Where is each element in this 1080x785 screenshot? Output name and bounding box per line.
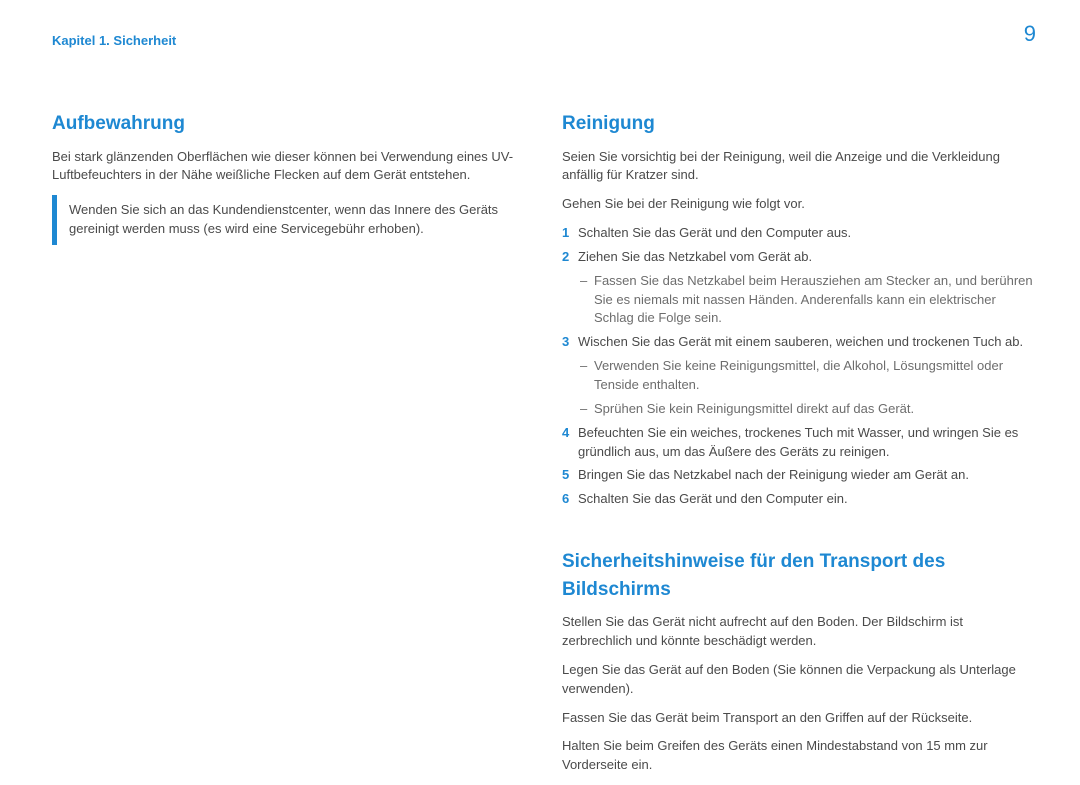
sub-text: Verwenden Sie keine Reinigungsmittel, di… [594,357,1036,395]
chapter-label: Kapitel 1. Sicherheit [52,32,176,51]
step-number: 3 [562,333,578,352]
heading-reinigung: Reinigung [562,110,1036,138]
step-3-sub-b: ‒ Sprühen Sie kein Reinigungsmittel dire… [580,400,1036,419]
step-text: Ziehen Sie das Netzkabel vom Gerät ab. [578,248,1036,267]
step-text: Befeuchten Sie ein weiches, trockenes Tu… [578,424,1036,462]
left-column: Aufbewahrung Bei stark glänzenden Oberfl… [52,110,526,785]
dash-icon: ‒ [580,400,594,419]
aufbewahrung-para: Bei stark glänzenden Oberflächen wie die… [52,148,526,186]
heading-aufbewahrung: Aufbewahrung [52,110,526,138]
dash-icon: ‒ [580,357,594,395]
step-3-sub-a: ‒ Verwenden Sie keine Reinigungsmittel, … [580,357,1036,395]
step-number: 4 [562,424,578,462]
transport-para4: Halten Sie beim Greifen des Geräts einen… [562,737,1036,775]
step-4: 4 Befeuchten Sie ein weiches, trockenes … [562,424,1036,462]
page-number: 9 [1024,18,1036,50]
step-3: 3 Wischen Sie das Gerät mit einem sauber… [562,333,1036,352]
step-1: 1 Schalten Sie das Gerät und den Compute… [562,224,1036,243]
step-6: 6 Schalten Sie das Gerät und den Compute… [562,490,1036,509]
reinigung-para2: Gehen Sie bei der Reinigung wie folgt vo… [562,195,1036,214]
page: Kapitel 1. Sicherheit 9 Aufbewahrung Bei… [0,0,1080,763]
heading-transport: Sicherheitshinweise für den Transport de… [562,548,1036,603]
transport-para1: Stellen Sie das Gerät nicht aufrecht auf… [562,613,1036,651]
step-text: Schalten Sie das Gerät und den Computer … [578,224,1036,243]
step-text: Schalten Sie das Gerät und den Computer … [578,490,1036,509]
content-columns: Aufbewahrung Bei stark glänzenden Oberfl… [0,110,1080,785]
transport-para2: Legen Sie das Gerät auf den Boden (Sie k… [562,661,1036,699]
transport-para3: Fassen Sie das Gerät beim Transport an d… [562,709,1036,728]
step-5: 5 Bringen Sie das Netzkabel nach der Rei… [562,466,1036,485]
dash-icon: ‒ [580,272,594,329]
service-note: Wenden Sie sich an das Kundendienstcente… [52,195,526,245]
service-note-text: Wenden Sie sich an das Kundendienstcente… [69,202,498,236]
step-2: 2 Ziehen Sie das Netzkabel vom Gerät ab. [562,248,1036,267]
sub-text: Sprühen Sie kein Reinigungsmittel direkt… [594,400,1036,419]
step-text: Bringen Sie das Netzkabel nach der Reini… [578,466,1036,485]
step-number: 5 [562,466,578,485]
reinigung-para1: Seien Sie vorsichtig bei der Reinigung, … [562,148,1036,186]
step-text: Wischen Sie das Gerät mit einem sauberen… [578,333,1036,352]
page-header: Kapitel 1. Sicherheit 9 [0,0,1080,50]
step-number: 2 [562,248,578,267]
sub-text: Fassen Sie das Netzkabel beim Herauszieh… [594,272,1036,329]
step-number: 1 [562,224,578,243]
step-2-sub: ‒ Fassen Sie das Netzkabel beim Herauszi… [580,272,1036,329]
right-column: Reinigung Seien Sie vorsichtig bei der R… [562,110,1036,785]
step-number: 6 [562,490,578,509]
